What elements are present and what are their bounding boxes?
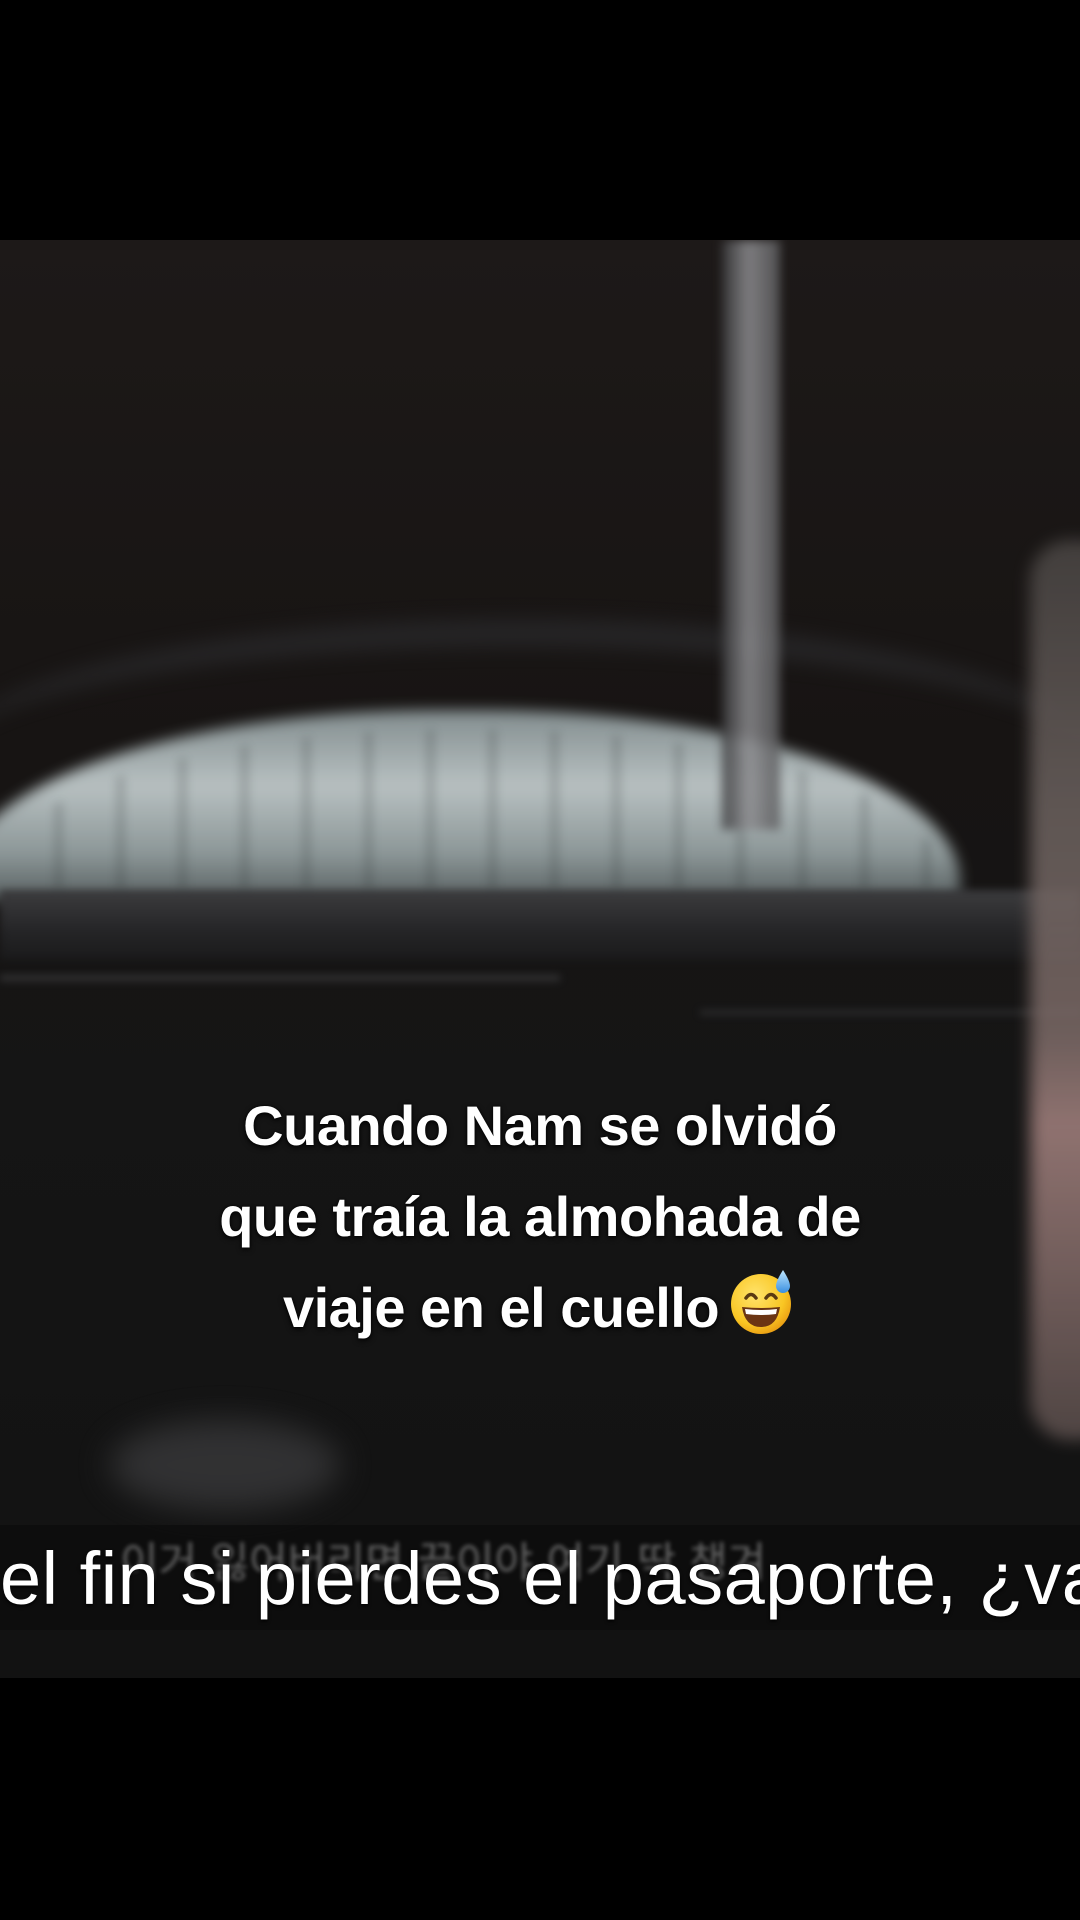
caption-line-2: que traía la almohada de [219,1185,861,1248]
overlay-caption: Cuando Nam se olvidó que traía la almoha… [140,1080,940,1353]
scene-person [1030,540,1080,1440]
subtitle-spanish: el fin si pierdes el pasaporte, ¿va [0,1537,1080,1620]
grinning-face-with-sweat-icon [727,1267,797,1337]
scene-counter [0,890,1080,960]
video-subtitle-bar: 이거 잃어버리면 끝이야 여기 딱 챙겨 el fin si pierdes e… [0,1525,1080,1630]
scene-counter-edge-right [700,1010,1080,1015]
video-frame[interactable] [0,240,1080,1678]
caption-line-1: Cuando Nam se olvidó [243,1094,837,1157]
caption-line-3-wrap: viaje en el cuello [140,1262,940,1353]
scene-blur [110,1420,340,1510]
scene-pole [722,240,780,830]
caption-line-3: viaje en el cuello [282,1276,720,1339]
scene-counter-edge [0,975,560,981]
video-screen[interactable]: Cuando Nam se olvidó que traía la almoha… [0,0,1080,1920]
